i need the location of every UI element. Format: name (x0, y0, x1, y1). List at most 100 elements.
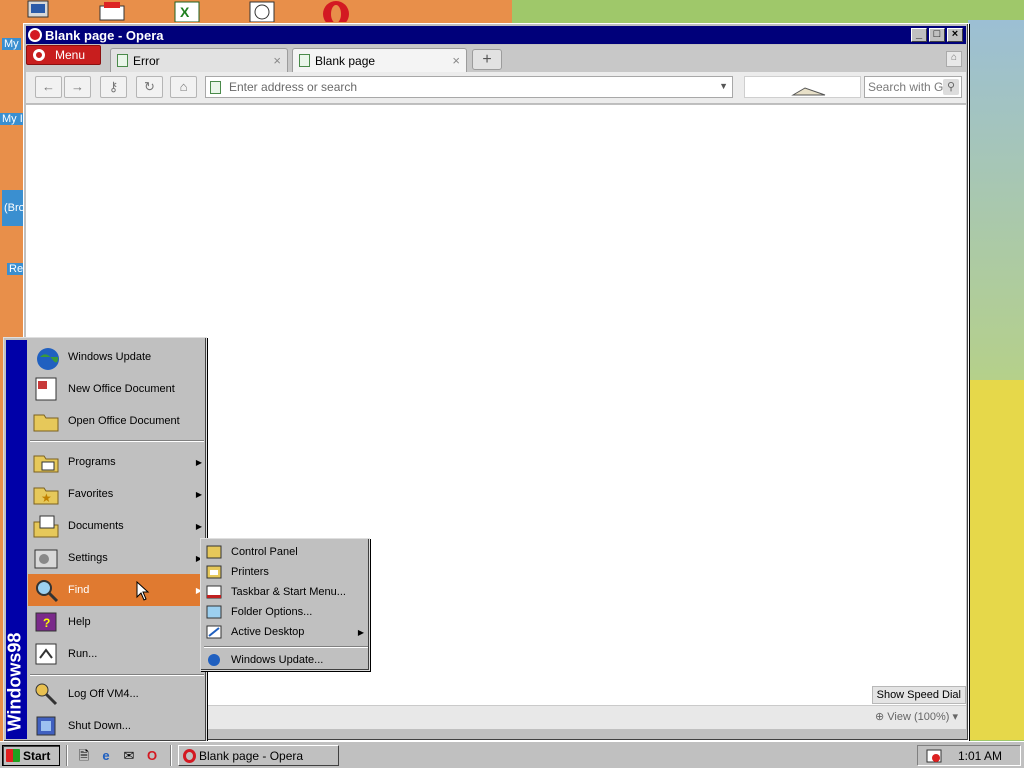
forward-button[interactable]: → (64, 76, 91, 98)
submenu-item-label: Active Desktop (231, 626, 305, 638)
tab-close-icon[interactable]: × (273, 53, 281, 68)
tab-label: Error (133, 53, 160, 68)
zoom-icon: ⊕ (874, 711, 888, 723)
page-icon (117, 54, 128, 67)
search-icon[interactable]: ⚲ (943, 79, 959, 95)
desktop-wallpaper-yellow (960, 380, 1024, 740)
start-item-help[interactable]: ? Help (28, 606, 206, 638)
desktop-label-my-computer[interactable]: My (2, 38, 21, 50)
submenu-item-taskbar-start-menu[interactable]: Taskbar & Start Menu... (204, 582, 368, 602)
home-button[interactable]: ⌂ (170, 76, 197, 98)
window-title-bar[interactable]: Blank page - Opera _ □ × (26, 26, 966, 44)
programs-folder-icon (32, 448, 60, 476)
submenu-item-windows-update[interactable]: Windows Update... (204, 650, 368, 670)
mouse-cursor-icon (136, 581, 150, 601)
taskbar-opera-window-button[interactable]: Blank page - Opera (178, 745, 339, 766)
start-item-shut-down[interactable]: Shut Down... (28, 710, 206, 742)
opera-menu-icon (33, 49, 45, 61)
address-dropdown-icon[interactable]: ▼ (719, 81, 728, 91)
tab-close-icon[interactable]: × (452, 53, 460, 68)
start-item-programs[interactable]: Programs ▶ (28, 446, 206, 478)
new-document-icon (32, 375, 60, 403)
separator (30, 674, 204, 676)
tab-label: Blank page (315, 53, 376, 68)
svg-text:★: ★ (41, 491, 52, 505)
start-label: Start (23, 748, 51, 763)
settings-submenu: Control Panel Printers Taskbar & Start M… (200, 538, 370, 671)
search-input[interactable]: Search with Go ⚲ (864, 76, 962, 98)
start-item-windows-update[interactable]: Windows Update (28, 341, 206, 373)
show-speed-dial-button[interactable]: Show Speed Dial (871, 686, 966, 704)
desktop-label-my-documents[interactable]: My I (0, 113, 25, 125)
favorites-folder-icon: ★ (32, 480, 60, 508)
start-menu: Windows98 Windows Update New Office Docu… (3, 337, 207, 742)
reload-button[interactable]: ↻ (136, 76, 163, 98)
back-button[interactable]: ← (35, 76, 62, 98)
start-item-label: Find (68, 584, 90, 596)
taskbar-task-label: Blank page - Opera (199, 748, 304, 763)
run-icon (32, 640, 60, 668)
start-item-settings[interactable]: Settings ▶ (28, 542, 206, 574)
window-title: Blank page - Opera (45, 27, 164, 43)
start-item-log-off[interactable]: Log Off VM4... (28, 678, 206, 710)
start-item-label: Help (68, 616, 91, 628)
new-tab-button[interactable]: + (472, 49, 502, 70)
desktop-wallpaper-blue (968, 20, 1024, 380)
submenu-arrow-icon: ▶ (195, 489, 202, 499)
start-item-label: New Office Document (68, 383, 175, 395)
separator (204, 646, 368, 648)
close-button[interactable]: × (947, 28, 963, 42)
svg-text:?: ? (43, 616, 50, 630)
taskbar: Start 🗎 e ✉ O Blank page - Opera 1:01 AM (0, 741, 1024, 768)
submenu-arrow-icon: ▶ (357, 627, 364, 637)
start-item-run[interactable]: Run... (28, 638, 206, 670)
outlook-express-icon[interactable]: ✉ (120, 747, 138, 764)
submenu-item-label: Windows Update... (231, 654, 324, 666)
start-item-label: Open Office Document (68, 415, 180, 427)
start-item-documents[interactable]: Documents ▶ (28, 510, 206, 542)
speed-dial-thumbnail[interactable] (744, 76, 861, 98)
opera-logo-icon (28, 28, 42, 42)
tab-strip: Menu Error × Blank page × + ⌂ (26, 45, 966, 72)
trash-icon[interactable]: ⌂ (946, 51, 962, 67)
windows-logo-icon (6, 749, 20, 762)
address-bar[interactable]: Enter address or search ▼ (205, 76, 733, 98)
opera-menu-button[interactable]: Menu (26, 45, 101, 65)
submenu-item-control-panel[interactable]: Control Panel (204, 542, 368, 562)
clock[interactable]: 1:01 AM (958, 749, 1002, 763)
start-item-find[interactable]: Find ▶ (28, 574, 206, 606)
submenu-item-folder-options[interactable]: Folder Options... (204, 602, 368, 622)
tab-error[interactable]: Error × (110, 48, 288, 72)
start-item-label: Programs (68, 456, 116, 468)
scheduler-tray-icon[interactable] (926, 748, 942, 764)
page-icon (210, 80, 221, 94)
tab-blank-page[interactable]: Blank page × (292, 48, 467, 72)
start-item-new-office-document[interactable]: New Office Document (28, 373, 206, 405)
submenu-arrow-icon: ▶ (195, 457, 202, 467)
minimize-button[interactable]: _ (911, 28, 927, 42)
start-button[interactable]: Start (2, 745, 60, 766)
address-placeholder: Enter address or search (229, 80, 358, 94)
submenu-item-active-desktop[interactable]: Active Desktop ▶ (204, 622, 368, 642)
folder-options-icon (206, 605, 222, 619)
submenu-arrow-icon: ▶ (195, 521, 202, 531)
submenu-item-label: Folder Options... (231, 606, 313, 618)
opera-quicklaunch-icon[interactable]: O (143, 747, 161, 764)
submenu-item-label: Control Panel (231, 546, 298, 558)
internet-explorer-icon[interactable]: e (97, 747, 115, 764)
find-icon (32, 576, 60, 604)
show-desktop-icon[interactable]: 🗎 (75, 747, 93, 764)
printers-icon (206, 565, 222, 579)
help-book-icon: ? (32, 608, 60, 636)
start-item-favorites[interactable]: ★ Favorites ▶ (28, 478, 206, 510)
maximize-button[interactable]: □ (929, 28, 945, 42)
control-panel-icon (206, 545, 222, 559)
zoom-label: View (100%) (887, 711, 950, 723)
page-icon (299, 54, 310, 67)
start-item-open-office-document[interactable]: Open Office Document (28, 405, 206, 437)
view-zoom-control[interactable]: ⊕ View (100%) ▾ (875, 710, 958, 723)
submenu-item-printers[interactable]: Printers (204, 562, 368, 582)
key-icon[interactable]: ⚷ (100, 76, 127, 98)
start-item-label: Run... (68, 648, 98, 660)
start-item-label: Log Off VM4... (68, 688, 139, 700)
